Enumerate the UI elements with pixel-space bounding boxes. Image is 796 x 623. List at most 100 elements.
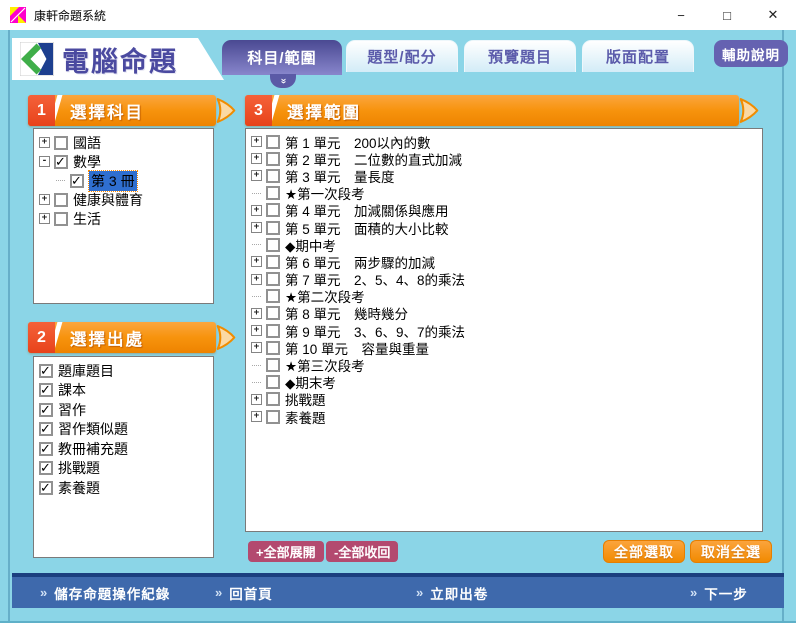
- collapse-icon[interactable]: -: [39, 156, 50, 167]
- expand-icon[interactable]: +: [39, 194, 50, 205]
- checkbox[interactable]: [54, 193, 68, 207]
- expand-icon[interactable]: +: [39, 213, 50, 224]
- subject-tree-item[interactable]: 第 3 冊: [36, 171, 211, 190]
- minimize-button[interactable]: −: [658, 0, 704, 30]
- tab-layout[interactable]: 版面配置: [582, 40, 694, 72]
- expand-icon[interactable]: +: [251, 274, 262, 285]
- home-button[interactable]: » 回首頁: [215, 577, 273, 608]
- save-record-button[interactable]: » 儲存命題操作紀錄: [40, 577, 170, 608]
- maximize-button[interactable]: □: [704, 0, 750, 30]
- source-item[interactable]: 習作類似題: [36, 420, 211, 440]
- expand-icon[interactable]: +: [251, 325, 262, 336]
- range-tree-item[interactable]: +第 4 單元 加減關係與應用: [248, 202, 760, 219]
- checkbox[interactable]: [266, 306, 280, 320]
- checkbox[interactable]: [54, 136, 68, 150]
- subject-tree-item-label[interactable]: 第 3 冊: [89, 171, 137, 191]
- checkbox[interactable]: [39, 461, 53, 475]
- range-tree-item[interactable]: ★第一次段考: [248, 185, 760, 202]
- expand-icon[interactable]: +: [251, 342, 262, 353]
- source-item-label[interactable]: 教冊補充題: [58, 439, 128, 459]
- checkbox[interactable]: [266, 186, 280, 200]
- range-tree-item[interactable]: ◆期末考: [248, 374, 760, 391]
- generate-exam-button[interactable]: » 立即出卷: [416, 577, 488, 608]
- expand-icon[interactable]: +: [251, 394, 262, 405]
- checkbox[interactable]: [266, 289, 280, 303]
- tab-question-type[interactable]: 題型/配分: [346, 40, 458, 72]
- range-tree-item[interactable]: +第 9 單元 3、6、9、7的乘法: [248, 322, 760, 339]
- subject-tree-item[interactable]: + 生活: [36, 209, 211, 228]
- expand-all-button[interactable]: +全部展開: [248, 541, 324, 562]
- expand-icon[interactable]: +: [251, 153, 262, 164]
- subject-tree-item-label[interactable]: 國語: [73, 133, 101, 153]
- help-button[interactable]: 輔助說明: [714, 40, 788, 67]
- range-tree-item[interactable]: +第 8 單元 幾時幾分: [248, 305, 760, 322]
- source-item[interactable]: 題庫題目: [36, 361, 211, 381]
- checkbox[interactable]: [39, 403, 53, 417]
- source-item-label[interactable]: 素養題: [58, 478, 100, 498]
- range-tree-item[interactable]: +第 1 單元 200以內的數: [248, 133, 760, 150]
- subject-tree-item-label[interactable]: 生活: [73, 209, 101, 229]
- source-item[interactable]: 課本: [36, 381, 211, 401]
- source-item-label[interactable]: 題庫題目: [58, 361, 114, 381]
- source-item[interactable]: 習作: [36, 400, 211, 420]
- subject-tree-item-label[interactable]: 數學: [73, 152, 101, 172]
- expand-icon[interactable]: +: [251, 256, 262, 267]
- range-tree-item[interactable]: ★第三次段考: [248, 356, 760, 373]
- expand-icon[interactable]: +: [39, 137, 50, 148]
- range-tree-item[interactable]: +第 2 單元 二位數的直式加減: [248, 150, 760, 167]
- source-item-label[interactable]: 挑戰題: [58, 458, 100, 478]
- checkbox[interactable]: [266, 238, 280, 252]
- checkbox[interactable]: [266, 375, 280, 389]
- range-tree-item[interactable]: ◆期中考: [248, 236, 760, 253]
- range-tree-item[interactable]: +第 10 單元 容量與重量: [248, 339, 760, 356]
- expand-icon[interactable]: +: [251, 136, 262, 147]
- source-item-label[interactable]: 習作: [58, 400, 86, 420]
- checkbox[interactable]: [266, 358, 280, 372]
- checkbox[interactable]: [266, 203, 280, 217]
- expand-icon[interactable]: +: [251, 308, 262, 319]
- range-tree-item[interactable]: +第 3 單元 量長度: [248, 167, 760, 184]
- deselect-all-button[interactable]: 取消全選: [690, 540, 772, 563]
- checkbox[interactable]: [54, 155, 68, 169]
- checkbox[interactable]: [39, 442, 53, 456]
- checkbox[interactable]: [266, 410, 280, 424]
- collapse-all-button[interactable]: -全部收回: [326, 541, 398, 562]
- source-item[interactable]: 教冊補充題: [36, 439, 211, 459]
- source-item[interactable]: 挑戰題: [36, 459, 211, 479]
- range-tree-item[interactable]: +第 7 單元 2、5、4、8的乘法: [248, 271, 760, 288]
- close-button[interactable]: ✕: [750, 0, 796, 30]
- checkbox[interactable]: [266, 341, 280, 355]
- checkbox[interactable]: [266, 152, 280, 166]
- checkbox[interactable]: [266, 324, 280, 338]
- checkbox[interactable]: [266, 255, 280, 269]
- select-all-button[interactable]: 全部選取: [603, 540, 685, 563]
- source-item[interactable]: 素養題: [36, 478, 211, 498]
- tab-subject-range[interactable]: 科目/範圍: [222, 40, 342, 75]
- checkbox[interactable]: [266, 221, 280, 235]
- range-tree-item[interactable]: +挑戰題: [248, 391, 760, 408]
- expand-icon[interactable]: +: [251, 170, 262, 181]
- tab-preview[interactable]: 預覽題目: [464, 40, 576, 72]
- checkbox[interactable]: [266, 392, 280, 406]
- range-tree-item-label[interactable]: 素養題: [285, 407, 326, 427]
- checkbox[interactable]: [39, 422, 53, 436]
- checkbox[interactable]: [39, 481, 53, 495]
- subject-tree-item[interactable]: + 國語: [36, 133, 211, 152]
- subject-tree-item[interactable]: - 數學: [36, 152, 211, 171]
- expand-icon[interactable]: +: [251, 222, 262, 233]
- checkbox[interactable]: [266, 169, 280, 183]
- next-step-button[interactable]: » 下一步: [690, 577, 748, 608]
- expand-icon[interactable]: +: [251, 205, 262, 216]
- range-tree-item[interactable]: +第 6 單元 兩步驟的加減: [248, 253, 760, 270]
- checkbox[interactable]: [70, 174, 84, 188]
- checkbox[interactable]: [266, 135, 280, 149]
- subject-tree-item-label[interactable]: 健康與體育: [73, 190, 143, 210]
- range-tree-item[interactable]: +第 5 單元 面積的大小比較: [248, 219, 760, 236]
- expand-icon[interactable]: +: [251, 411, 262, 422]
- checkbox[interactable]: [39, 364, 53, 378]
- subject-tree-item[interactable]: + 健康與體育: [36, 190, 211, 209]
- source-item-label[interactable]: 課本: [58, 380, 86, 400]
- checkbox[interactable]: [54, 212, 68, 226]
- range-tree-item[interactable]: + 素養題: [248, 408, 760, 425]
- source-item-label[interactable]: 習作類似題: [58, 419, 128, 439]
